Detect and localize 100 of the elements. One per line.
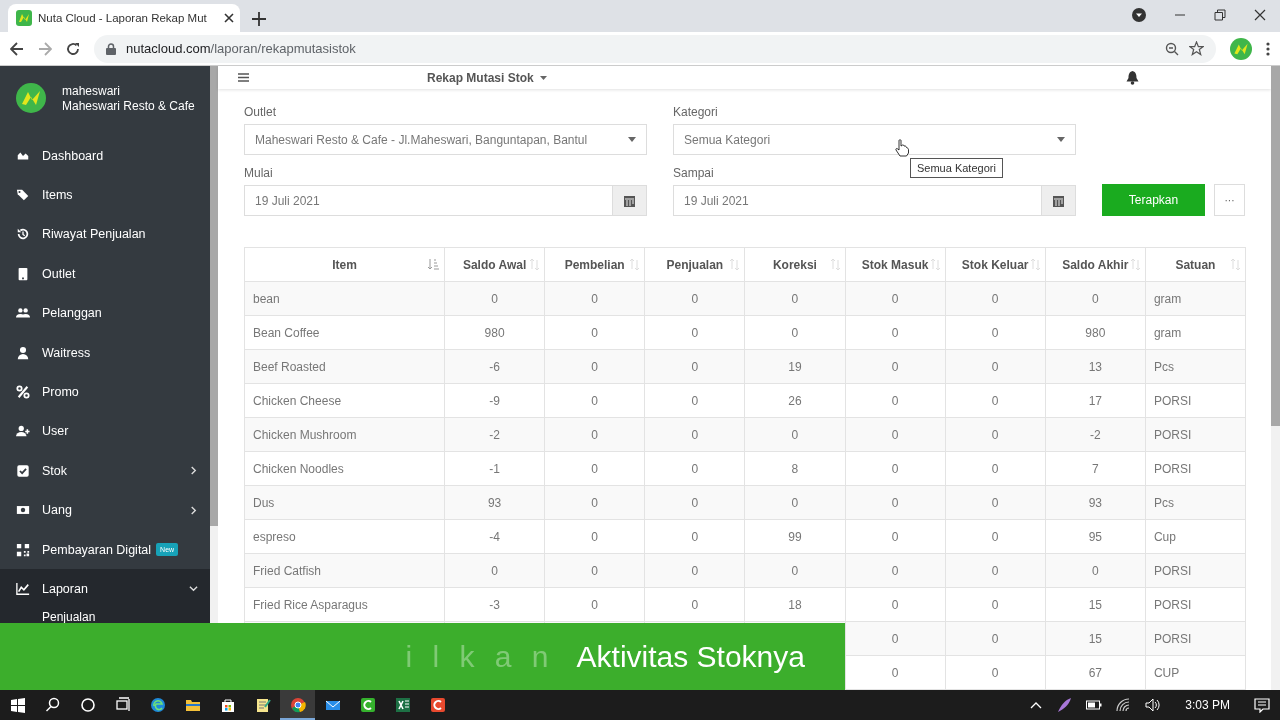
end-date-field[interactable]: 19 Juli 2021 xyxy=(673,185,1076,216)
table-cell: 0 xyxy=(991,529,999,544)
search-icon[interactable] xyxy=(44,697,61,713)
reload-icon[interactable] xyxy=(66,41,80,56)
table-cell: PORSI xyxy=(1153,393,1192,408)
table-cell: 0 xyxy=(891,325,899,340)
table-cell: -2 xyxy=(489,427,500,442)
sidebar-item[interactable]: Pelanggan xyxy=(0,293,210,333)
column-header[interactable]: Satuan xyxy=(1145,247,1246,282)
sort-ascending-icon[interactable] xyxy=(428,259,439,270)
star-icon[interactable] xyxy=(1189,41,1204,56)
zoom-out-icon[interactable] xyxy=(1165,41,1179,56)
browser-tab[interactable]: Nuta Cloud - Laporan Rekap Mut xyxy=(8,4,240,32)
sidebar-item[interactable]: User xyxy=(0,411,210,452)
sidebar-item-label: Items xyxy=(42,188,73,203)
close-icon[interactable] xyxy=(1254,9,1266,21)
store-name: Maheswari Resto & Cafe xyxy=(62,98,195,113)
table-cell: 0 xyxy=(991,495,999,510)
more-button[interactable]: ··· xyxy=(1214,184,1245,216)
table-cell: 0 xyxy=(991,563,999,578)
back-icon[interactable] xyxy=(10,41,24,56)
sidebar-item[interactable]: Outlet xyxy=(0,254,210,294)
outlet-dropdown[interactable]: Maheswari Resto & Cafe - Jl.Maheswari, Banguntapan, Bantul xyxy=(244,124,647,155)
column-header[interactable]: Koreksi xyxy=(744,247,845,282)
sidebar-item-label: Outlet xyxy=(42,266,76,281)
bag-icon[interactable] xyxy=(219,697,236,713)
table-cell: 0 xyxy=(691,563,699,578)
chrome-icon[interactable] xyxy=(289,697,306,713)
column-header[interactable]: Saldo Akhir xyxy=(1045,247,1146,282)
field-label: Mulai xyxy=(244,166,273,179)
sidebar-item[interactable]: Uang xyxy=(0,490,210,530)
caret-down-icon xyxy=(539,75,547,80)
table-cell: 0 xyxy=(591,291,599,306)
sidebar-item[interactable]: Riwayat Penjualan xyxy=(0,214,210,255)
notepad-icon[interactable] xyxy=(254,697,271,713)
scrollbar-thumb[interactable] xyxy=(210,66,218,526)
spreadsheet-icon[interactable] xyxy=(394,697,411,713)
column-header[interactable]: Stok Keluar xyxy=(945,247,1046,282)
table-cell: 17 xyxy=(1088,393,1102,408)
profile-dropdown-icon[interactable] xyxy=(1132,8,1146,22)
chevron-down-icon xyxy=(189,584,198,594)
profile-avatar-icon[interactable] xyxy=(1230,37,1252,60)
caret-down-icon xyxy=(1057,137,1065,142)
page-title-dropdown[interactable]: Rekap Mutasi Stok xyxy=(427,70,1126,85)
sidebar-item[interactable]: Items xyxy=(0,175,210,215)
wifi-icon[interactable] xyxy=(1116,698,1132,712)
battery-icon[interactable] xyxy=(1086,700,1103,710)
table-cell: 0 xyxy=(591,325,599,340)
c-app-icon[interactable] xyxy=(359,697,376,713)
restore-icon[interactable] xyxy=(1214,9,1226,21)
table-cell: 99 xyxy=(788,529,802,544)
c-app-icon[interactable] xyxy=(429,697,446,713)
app-logo-icon xyxy=(16,10,32,26)
table-cell: 0 xyxy=(591,563,599,578)
table-cell: 0 xyxy=(891,495,899,510)
table-cell: 13 xyxy=(1088,359,1102,374)
hand-cursor-icon xyxy=(895,139,909,157)
menu-icon[interactable] xyxy=(238,73,249,82)
start-date-field[interactable]: 19 Juli 2021 xyxy=(244,185,647,216)
address-bar[interactable]: nutacloud.com/laporan/rekapmutasistok xyxy=(94,34,1216,63)
calendar-icon[interactable] xyxy=(624,194,635,207)
table-cell: 0 xyxy=(691,291,699,306)
column-header[interactable]: Penjualan xyxy=(644,247,745,282)
sidebar-item[interactable]: Dashboard xyxy=(0,136,210,176)
task-view-icon[interactable] xyxy=(114,697,131,713)
table-cell: 26 xyxy=(788,393,802,408)
chevron-right-icon xyxy=(189,466,198,476)
user-plus-icon xyxy=(16,424,30,439)
folder-icon[interactable] xyxy=(184,697,201,713)
table-cell: 0 xyxy=(591,461,599,476)
clock-time[interactable]: 3:03 PM xyxy=(1185,698,1230,712)
scrollbar-thumb[interactable] xyxy=(1271,66,1280,426)
checkbox-icon xyxy=(16,463,30,478)
table-cell: -1 xyxy=(489,461,500,476)
sidebar-item[interactable]: Waitress xyxy=(0,332,210,373)
category-dropdown[interactable]: Semua Kategori xyxy=(673,124,1076,155)
table-cell: Pcs xyxy=(1153,359,1174,374)
circle-icon[interactable] xyxy=(79,697,96,713)
table-cell: 0 xyxy=(691,495,699,510)
sidebar-item[interactable]: Stok xyxy=(0,451,210,491)
chevron-up-icon[interactable] xyxy=(1030,701,1043,709)
column-header[interactable]: Stok Masuk xyxy=(845,247,946,282)
menu-icon[interactable] xyxy=(1266,41,1270,56)
bell-icon[interactable] xyxy=(1126,70,1139,85)
sidebar-item[interactable]: Promo xyxy=(0,372,210,412)
volume-icon[interactable] xyxy=(1145,698,1162,712)
column-header[interactable]: Pembelian xyxy=(544,247,645,282)
table-cell: 0 xyxy=(791,427,799,442)
table-cell: 0 xyxy=(891,427,899,442)
calendar-icon[interactable] xyxy=(1053,194,1064,207)
sidebar-item[interactable]: Laporan xyxy=(0,569,210,609)
notification-icon[interactable] xyxy=(1254,697,1270,713)
browser-icon[interactable] xyxy=(149,697,166,713)
qr-code-icon xyxy=(16,542,30,557)
feather-icon[interactable] xyxy=(1056,697,1073,713)
close-icon[interactable] xyxy=(224,13,234,23)
column-header[interactable]: Saldo Awal xyxy=(444,247,545,282)
windows-icon[interactable] xyxy=(9,697,26,713)
column-header[interactable]: Item xyxy=(244,247,445,282)
new-tab-icon[interactable] xyxy=(252,12,266,26)
